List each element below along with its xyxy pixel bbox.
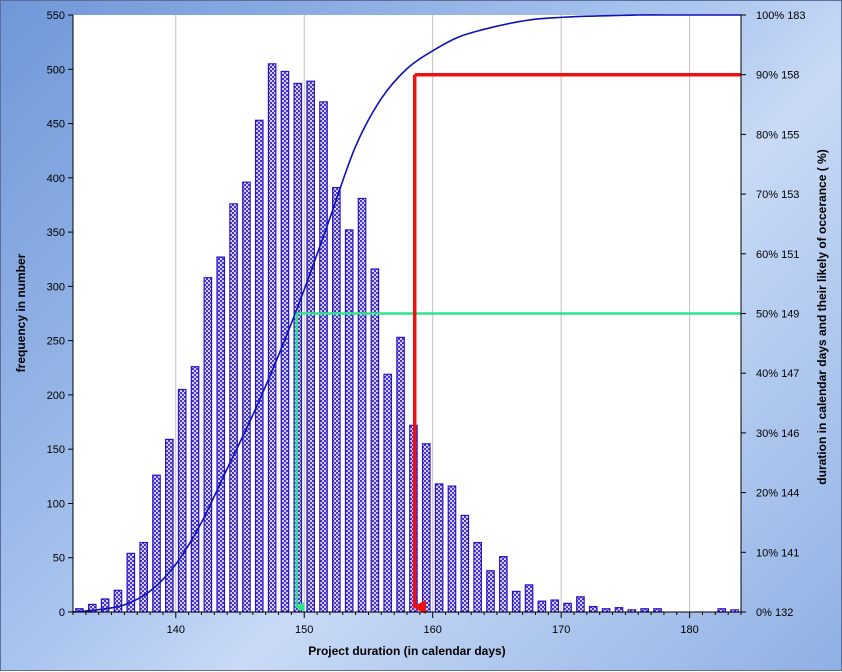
y2-tick-label: 0% 132 [756,607,793,619]
monte-carlo-duration-chart: 0 50 100 150 200 250 300 350 400 450 500 550 0% 132 1… [14,10,829,658]
histogram-bar [383,373,393,613]
y2-tick-label: 100% 183 [756,10,806,22]
y-tick-label: 100 [47,498,65,510]
histogram-bar [216,256,226,613]
histogram-bar [550,599,560,613]
y-axis-title: frequency in number [14,253,28,372]
y-tick-label: 550 [47,10,65,22]
y-tick-label: 150 [47,444,65,456]
histogram-bar [460,514,470,613]
histogram-bar [152,474,161,613]
histogram-bar [229,203,238,613]
y-tick-label: 400 [47,173,65,185]
histogram-bar [139,541,148,613]
histogram-bar [447,485,457,613]
histogram-bar [293,82,303,613]
y2-tick-label: 10% 141 [756,547,799,559]
x-tick-label: 150 [295,624,313,636]
x-tick-label: 180 [680,624,698,636]
histogram-bar [524,584,534,613]
histogram-bar [434,483,444,613]
y2-tick-label: 40% 147 [756,368,799,380]
histogram-bar [563,602,572,613]
y2-tick-label: 70% 153 [756,189,799,201]
y2-axis-title: duration in calendar days and their like… [815,149,829,484]
histogram-bar [100,598,110,613]
y2-tick-label: 30% 146 [756,428,799,440]
histogram-bar [486,570,495,613]
histogram-bar [319,101,328,613]
y-tick-label: 350 [47,227,65,239]
histogram-bar [344,229,354,613]
histogram-bar [511,590,521,613]
histogram-bar [473,541,482,613]
histogram-bar [396,336,405,613]
chart-window: 0 50 100 150 200 250 300 350 400 450 500 550 0% 132 1… [0,0,842,671]
y-tick-label: 50 [53,553,65,565]
histogram-bar [267,63,277,613]
y2-tick-label: 20% 144 [756,488,799,500]
histogram-bar [537,600,547,613]
y2-tick-label: 50% 149 [756,309,799,321]
histogram-bar [113,589,123,613]
x-tick-label: 140 [167,624,185,636]
histogram-bar [203,277,213,613]
y2-tick-label: 80% 155 [756,129,799,141]
x-tick-label: 170 [552,624,570,636]
histogram-bar [177,388,187,613]
x-tick-label: 160 [424,624,442,636]
y-tick-label: 300 [47,281,65,293]
histogram-bar [499,556,508,613]
histogram-bar [306,80,315,613]
histogram-bar [357,197,367,613]
histogram-bar [280,70,290,613]
y-tick-label: 500 [47,64,65,76]
histogram-bar [190,366,200,613]
histogram-bar [242,181,251,613]
y2-tick-label: 60% 151 [756,249,799,261]
histogram-bar [165,438,174,613]
histogram-bar [576,596,585,613]
y-tick-label: 250 [47,336,65,348]
x-axis-title: Project duration (in calendar days) [308,644,505,658]
y-tick-label: 450 [47,119,65,131]
histogram-bar [332,186,341,613]
y2-tick-label: 90% 158 [756,70,799,82]
histogram-bar [588,605,598,613]
y-tick-label: 200 [47,390,65,402]
histogram-bar [370,268,380,613]
y-tick-label: 0 [59,607,65,619]
histogram-bar [254,119,264,613]
histogram-bar [614,607,624,613]
histogram-bar [421,443,431,613]
